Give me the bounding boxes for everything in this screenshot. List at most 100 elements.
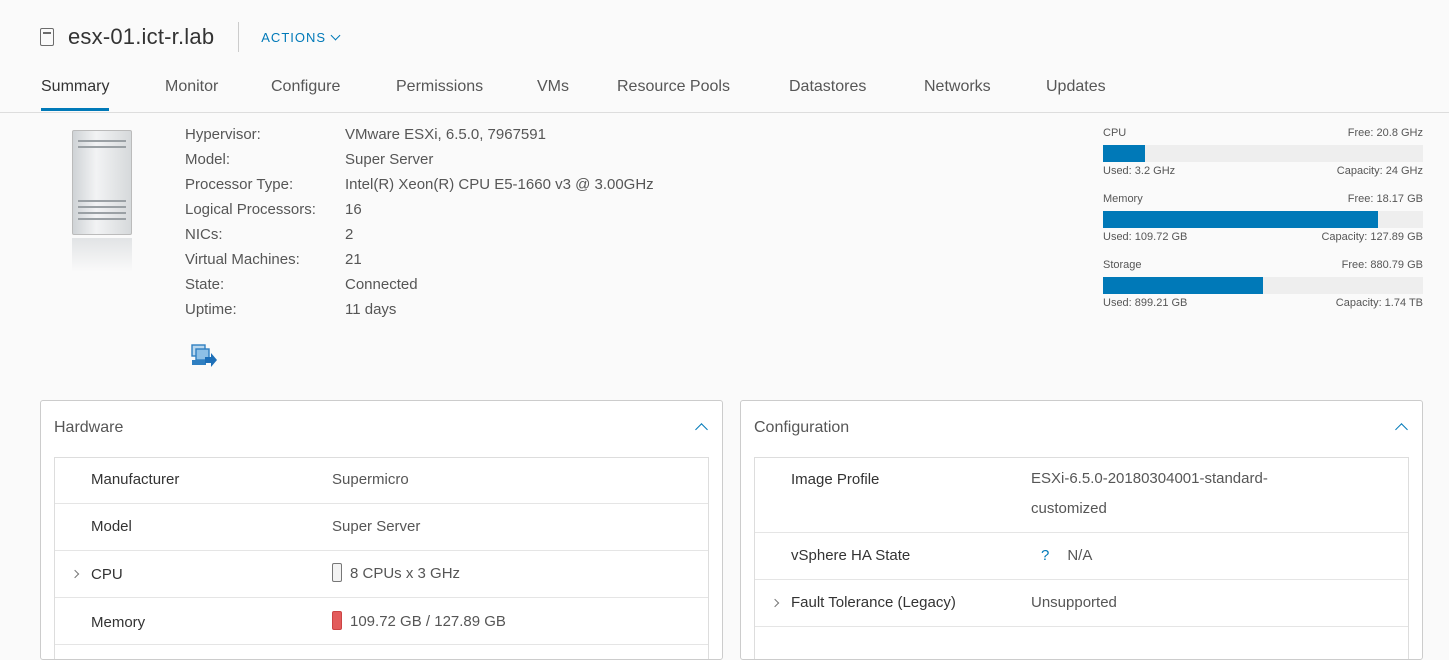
row-value-wrap: 8 CPUs x 3 GHz bbox=[332, 563, 460, 582]
tab-summary[interactable]: Summary bbox=[41, 78, 110, 111]
summary-label: Processor Type: bbox=[185, 176, 294, 193]
config-row-image-profile: Image Profile ESXi-6.5.0-20180304001-sta… bbox=[755, 458, 1408, 533]
summary-value: 16 bbox=[345, 201, 362, 218]
host-icon bbox=[40, 28, 54, 46]
header-divider bbox=[238, 22, 240, 52]
summary-label: State: bbox=[185, 276, 225, 293]
chevron-up-icon[interactable] bbox=[1395, 423, 1408, 436]
usage-used: Used: 3.2 GHz bbox=[1103, 165, 1176, 177]
row-value: Unsupported bbox=[1031, 594, 1117, 611]
hardware-card: Hardware Manufacturer Supermicro Model S… bbox=[40, 400, 723, 660]
migrate-vm-icon[interactable] bbox=[190, 343, 218, 369]
usage-capacity: Capacity: 1.74 TB bbox=[1335, 297, 1423, 309]
row-key: Manufacturer bbox=[91, 471, 180, 488]
summary-row-logical-processors: Logical Processors: 16 bbox=[185, 201, 654, 226]
summary-label: Logical Processors: bbox=[185, 201, 316, 218]
summary-value: 2 bbox=[345, 226, 354, 243]
storage-usage: Storage Free: 880.79 GB Used: 899.21 GB Ca… bbox=[1103, 259, 1423, 325]
summary-label: Uptime: bbox=[185, 301, 237, 318]
summary-value: Super Server bbox=[345, 151, 434, 168]
row-key: vSphere HA State bbox=[791, 547, 911, 564]
row-value: Supermicro bbox=[332, 471, 409, 488]
row-key: Image Profile bbox=[791, 471, 880, 488]
storage-usage-bar bbox=[1103, 277, 1423, 294]
row-value-wrap: 109.72 GB / 127.89 GB bbox=[332, 611, 506, 630]
expand-caret-icon[interactable] bbox=[70, 569, 80, 579]
usage-name: CPU bbox=[1103, 127, 1127, 139]
memory-usage-bar bbox=[1103, 211, 1423, 228]
tab-networks[interactable]: Networks bbox=[924, 78, 991, 111]
page-title: esx-01.ict-r.lab bbox=[68, 24, 215, 49]
usage-capacity: Capacity: 127.89 GB bbox=[1321, 231, 1423, 243]
row-key: Fault Tolerance (Legacy) bbox=[791, 594, 956, 611]
summary-row-hypervisor: Hypervisor: VMware ESXi, 6.5.0, 7967591 bbox=[185, 126, 654, 151]
tab-resource-pools[interactable]: Resource Pools bbox=[617, 78, 730, 111]
summary-value: Connected bbox=[345, 276, 418, 293]
row-value-continued: customized bbox=[1031, 500, 1107, 517]
summary-row-virtual-machines: Virtual Machines: 21 bbox=[185, 251, 654, 276]
resource-usage-panel: CPU Free: 20.8 GHz Used: 3.2 GHz Capacity:… bbox=[1103, 127, 1423, 325]
tab-vms[interactable]: VMs bbox=[537, 78, 569, 111]
usage-fill bbox=[1103, 211, 1378, 228]
server-image bbox=[72, 130, 132, 235]
summary-row-state: State: Connected bbox=[185, 276, 654, 301]
configuration-card-title: Configuration bbox=[754, 419, 850, 436]
summary-value: Intel(R) Xeon(R) CPU E5-1660 v3 @ 3.00GH… bbox=[345, 176, 654, 193]
server-image-reflection bbox=[72, 238, 132, 272]
config-row-ha-state: vSphere HA State ? N/A bbox=[755, 533, 1408, 580]
tab-permissions[interactable]: Permissions bbox=[396, 78, 483, 111]
usage-fill bbox=[1103, 277, 1263, 294]
tab-updates[interactable]: Updates bbox=[1046, 78, 1106, 111]
row-value-wrap: ESXi-6.5.0-20180304001-standard- customi… bbox=[1031, 464, 1268, 524]
row-value: 8 CPUs x 3 GHz bbox=[350, 565, 461, 582]
usage-used: Used: 899.21 GB bbox=[1103, 297, 1188, 309]
help-icon[interactable]: ? bbox=[1041, 547, 1049, 564]
summary-label: Virtual Machines: bbox=[185, 251, 300, 268]
row-value-wrap: ? N/A bbox=[1041, 547, 1092, 564]
usage-fill bbox=[1103, 145, 1145, 162]
row-key: Memory bbox=[91, 614, 146, 631]
summary-label: Model: bbox=[185, 151, 231, 168]
summary-row-uptime: Uptime: 11 days bbox=[185, 301, 654, 326]
cpu-usage-indicator-icon bbox=[332, 563, 342, 582]
chevron-down-icon bbox=[330, 30, 341, 40]
tab-configure[interactable]: Configure bbox=[271, 78, 340, 111]
tab-datastores[interactable]: Datastores bbox=[789, 78, 866, 111]
row-value: Super Server bbox=[332, 518, 421, 535]
summary-value: 21 bbox=[345, 251, 362, 268]
configuration-card: Configuration Image Profile ESXi-6.5.0-2… bbox=[740, 400, 1423, 660]
usage-free: Free: 18.17 GB bbox=[1347, 193, 1423, 205]
summary-row-model: Model: Super Server bbox=[185, 151, 654, 176]
usage-capacity: Capacity: 24 GHz bbox=[1336, 165, 1423, 177]
page-header: esx-01.ict-r.lab ACTIONS bbox=[40, 20, 341, 54]
tab-monitor[interactable]: Monitor bbox=[165, 78, 218, 111]
row-value: ESXi-6.5.0-20180304001-standard- bbox=[1031, 470, 1268, 487]
usage-free: Free: 880.79 GB bbox=[1341, 259, 1423, 271]
summary-value: VMware ESXi, 6.5.0, 7967591 bbox=[345, 126, 546, 143]
usage-name: Storage bbox=[1103, 259, 1142, 271]
chevron-up-icon[interactable] bbox=[695, 423, 708, 436]
config-row-fault-tolerance[interactable]: Fault Tolerance (Legacy) Unsupported bbox=[755, 580, 1408, 627]
memory-usage: Memory Free: 18.17 GB Used: 109.72 GB Capa… bbox=[1103, 193, 1423, 259]
usage-used: Used: 109.72 GB bbox=[1103, 231, 1188, 243]
summary-row-processor-type: Processor Type: Intel(R) Xeon(R) CPU E5-1… bbox=[185, 176, 654, 201]
hardware-row-cpu[interactable]: CPU 8 CPUs x 3 GHz bbox=[55, 551, 708, 598]
row-value: N/A bbox=[1067, 547, 1093, 564]
cpu-usage-bar bbox=[1103, 145, 1423, 162]
summary-label: Hypervisor: bbox=[185, 126, 261, 143]
memory-usage-indicator-icon bbox=[332, 611, 342, 630]
summary-label: NICs: bbox=[185, 226, 223, 243]
hardware-row-memory: Memory 109.72 GB / 127.89 GB bbox=[55, 598, 708, 645]
hardware-row-manufacturer: Manufacturer Supermicro bbox=[55, 458, 708, 504]
hardware-card-title: Hardware bbox=[54, 419, 124, 436]
usage-name: Memory bbox=[1103, 193, 1143, 205]
summary-row-nics: NICs: 2 bbox=[185, 226, 654, 251]
row-value: 109.72 GB / 127.89 GB bbox=[350, 613, 506, 630]
host-summary: Hypervisor: VMware ESXi, 6.5.0, 7967591 M… bbox=[185, 126, 654, 326]
tab-bar: Summary Monitor Configure Permissions VM… bbox=[0, 68, 1449, 113]
expand-caret-icon[interactable] bbox=[770, 598, 780, 608]
row-key: Model bbox=[91, 518, 132, 535]
actions-label: ACTIONS bbox=[261, 29, 327, 45]
hardware-row-model: Model Super Server bbox=[55, 504, 708, 551]
actions-menu-button[interactable]: ACTIONS bbox=[261, 29, 341, 45]
